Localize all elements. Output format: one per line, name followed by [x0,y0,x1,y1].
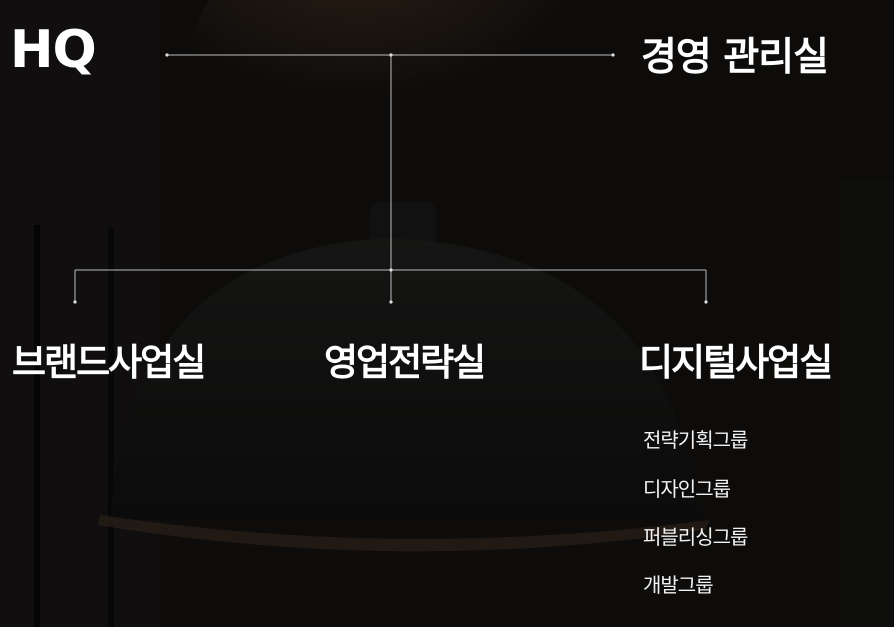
connector-lines [73,53,708,304]
org-chart-slide: HQ 경영 관리실 브랜드사업실 영업전략실 디지털사업실 전략기획그룹 디자인… [0,0,894,627]
node-dot [73,300,77,304]
top-node-label: 경영 관리실 [641,35,829,80]
node-dot [611,53,615,57]
node-dot [165,53,169,57]
node-dot [389,268,393,272]
node-dot [389,53,393,57]
hq-logo: HQ [10,20,97,80]
division-sales-strategy-label: 영업전략실 [324,341,486,384]
node-dot [704,300,708,304]
division-digital-label: 디지털사업실 [639,341,833,384]
division-brand-label: 브랜드사업실 [12,341,206,384]
node-dot [389,300,393,304]
group-strategy-planning: 전략기획그룹 [643,428,748,452]
group-publishing: 퍼블리싱그룹 [643,525,748,549]
group-design: 디자인그룹 [643,477,731,501]
group-development: 개발그룹 [643,573,714,597]
